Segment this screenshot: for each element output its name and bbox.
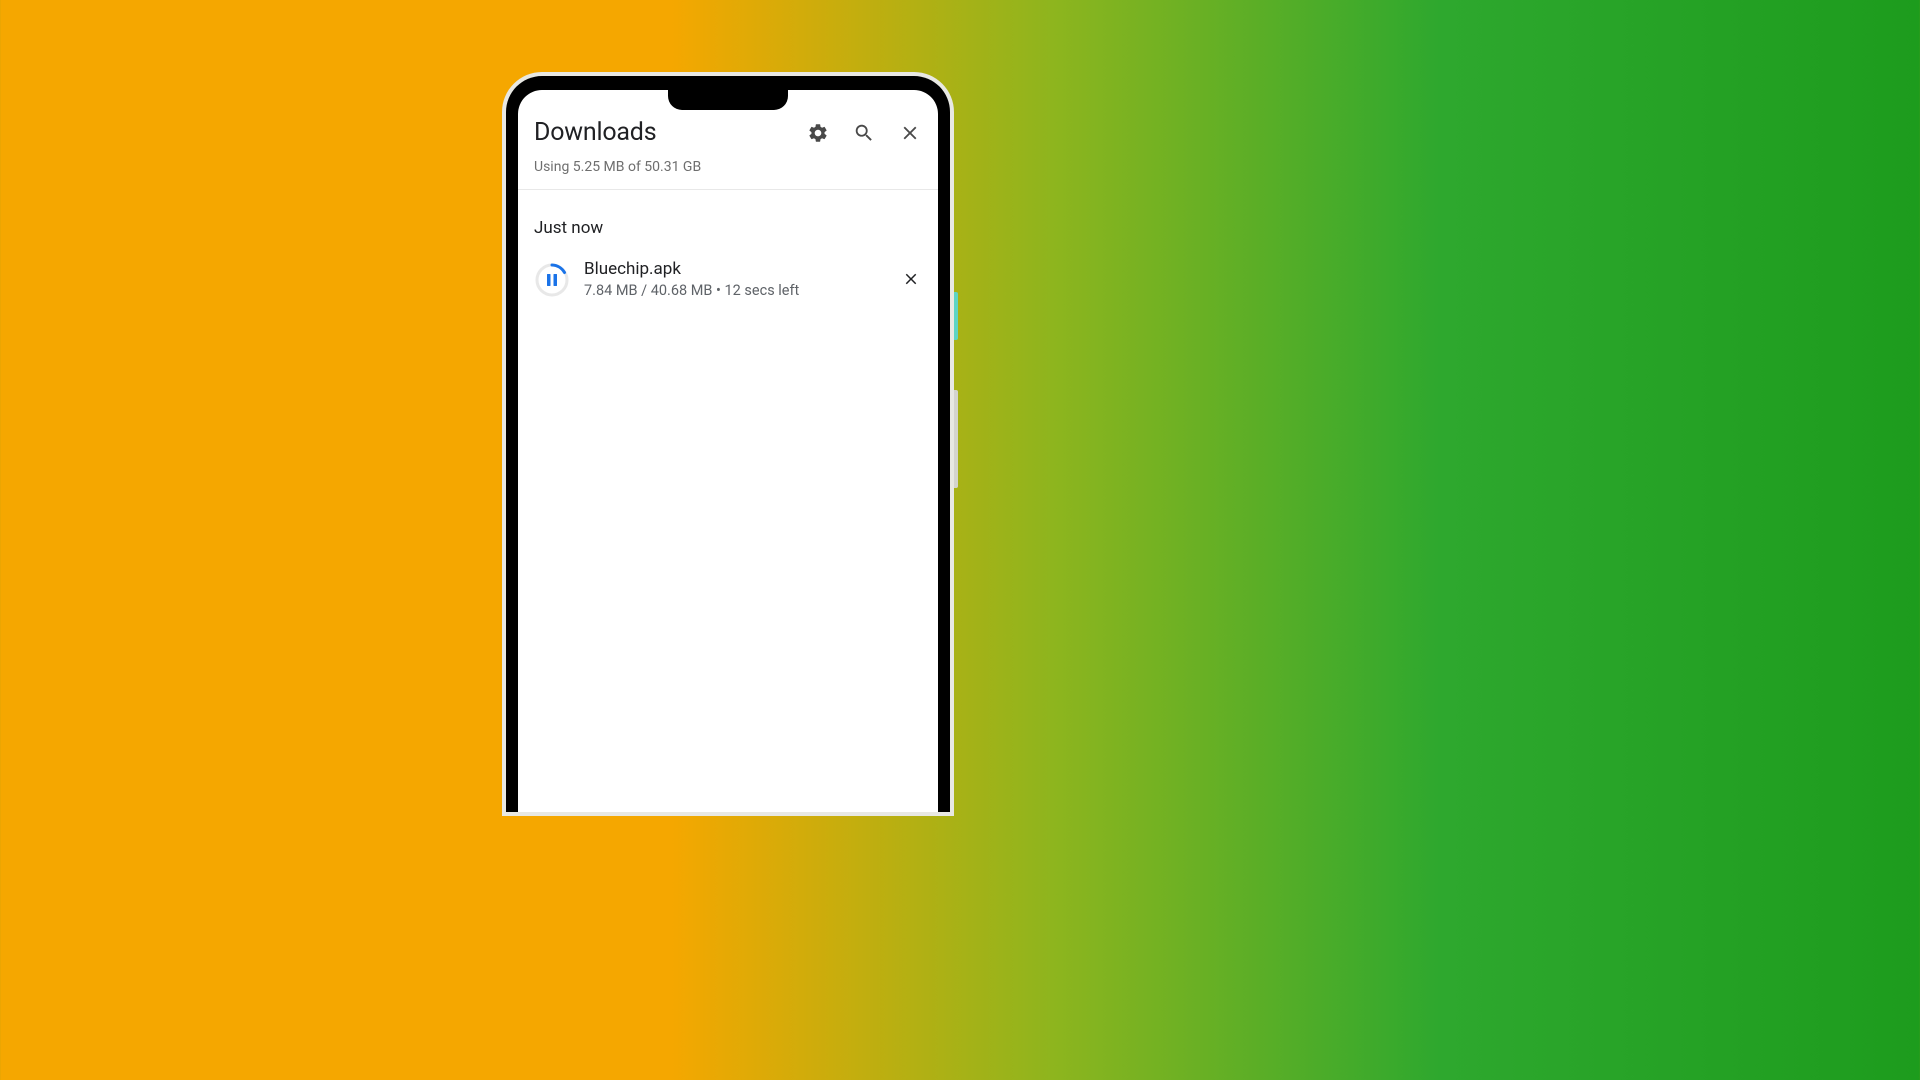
download-progress-text: 7.84 MB / 40.68 MB • 12 secs left (584, 281, 888, 301)
close-icon (899, 122, 921, 144)
page-title: Downloads (534, 118, 656, 147)
header-actions (806, 121, 922, 145)
close-icon (902, 270, 920, 288)
phone-power-button (954, 292, 958, 340)
close-button[interactable] (898, 121, 922, 145)
download-info: Bluechip.apk 7.84 MB / 40.68 MB • 12 sec… (584, 258, 888, 301)
download-item[interactable]: Bluechip.apk 7.84 MB / 40.68 MB • 12 sec… (518, 252, 938, 307)
download-progress-icon[interactable] (534, 262, 570, 298)
phone-mockup: Downloads (502, 72, 954, 816)
gear-icon (807, 122, 829, 144)
cancel-download-button[interactable] (902, 270, 922, 290)
phone-screen: Downloads (518, 90, 938, 812)
storage-usage-text: Using 5.25 MB of 50.31 GB (518, 159, 938, 190)
search-icon (853, 122, 875, 144)
phone-outer-frame: Downloads (502, 72, 954, 816)
time-section-label: Just now (518, 190, 938, 252)
phone-notch (668, 90, 788, 110)
search-button[interactable] (852, 121, 876, 145)
pause-progress-icon (534, 262, 570, 298)
phone-bezel: Downloads (506, 76, 950, 812)
download-filename: Bluechip.apk (584, 258, 888, 280)
settings-button[interactable] (806, 121, 830, 145)
phone-volume-button (954, 390, 958, 488)
